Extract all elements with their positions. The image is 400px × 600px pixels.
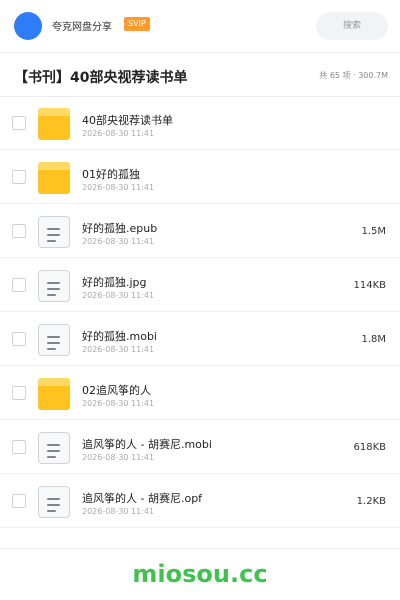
list-item[interactable]: 追风筝的人 - 胡赛尼.opf 2026-08-30 11:41 1.2KB bbox=[0, 474, 400, 528]
owner-name: 夸克网盘分享 bbox=[52, 22, 112, 33]
search-button[interactable]: 搜索 bbox=[316, 12, 388, 40]
document-icon bbox=[38, 486, 70, 518]
folder-icon bbox=[38, 162, 70, 194]
icon-line bbox=[47, 342, 60, 344]
file-size: 1.5M bbox=[361, 226, 386, 237]
file-date: 2026-08-30 11:41 bbox=[82, 291, 155, 300]
page-title: 【书刊】40部央视荐读书单 bbox=[14, 70, 188, 86]
select-checkbox[interactable] bbox=[12, 116, 26, 130]
file-date: 2026-08-30 11:41 bbox=[82, 345, 155, 354]
top-bar: 夸克网盘分享 SVIP 搜索 bbox=[0, 0, 400, 53]
share-header: 【书刊】40部央视荐读书单 共 65 项 · 300.7M bbox=[0, 52, 400, 97]
document-icon bbox=[38, 216, 70, 248]
file-date: 2026-08-30 11:41 bbox=[82, 237, 155, 246]
select-checkbox[interactable] bbox=[12, 224, 26, 238]
select-checkbox[interactable] bbox=[12, 332, 26, 346]
document-icon bbox=[38, 270, 70, 302]
file-date: 2026-08-30 11:41 bbox=[82, 507, 155, 516]
file-date: 2026-08-30 11:41 bbox=[82, 129, 155, 138]
file-size: 618KB bbox=[353, 442, 386, 453]
icon-line bbox=[47, 504, 60, 506]
svip-badge: SVIP bbox=[124, 17, 150, 31]
file-list: 40部央视荐读书单 2026-08-30 11:41 01好的孤独 2026-08-3… bbox=[0, 96, 400, 528]
file-date: 2026-08-30 11:41 bbox=[82, 453, 155, 462]
file-name: 02追风筝的人 bbox=[82, 384, 151, 397]
list-item[interactable]: 40部央视荐读书单 2026-08-30 11:41 bbox=[0, 96, 400, 150]
file-name: 40部央视荐读书单 bbox=[82, 114, 173, 127]
icon-line bbox=[47, 336, 60, 338]
select-checkbox[interactable] bbox=[12, 494, 26, 508]
file-name: 好的孤独.jpg bbox=[82, 276, 147, 289]
avatar[interactable] bbox=[14, 12, 42, 40]
file-name: 追风筝的人 - 胡赛尼.mobi bbox=[82, 438, 212, 451]
icon-line bbox=[47, 348, 56, 350]
list-item[interactable]: 追风筝的人 - 胡赛尼.mobi 2026-08-30 11:41 618KB bbox=[0, 420, 400, 474]
icon-line bbox=[47, 240, 56, 242]
file-size: 1.8M bbox=[361, 334, 386, 345]
share-stats: 共 65 项 · 300.7M bbox=[319, 71, 388, 80]
list-item[interactable]: 02追风筝的人 2026-08-30 11:41 bbox=[0, 366, 400, 420]
list-item[interactable]: 好的孤独.jpg 2026-08-30 11:41 114KB bbox=[0, 258, 400, 312]
select-checkbox[interactable] bbox=[12, 278, 26, 292]
document-icon bbox=[38, 324, 70, 356]
select-checkbox[interactable] bbox=[12, 386, 26, 400]
select-checkbox[interactable] bbox=[12, 440, 26, 454]
folder-icon bbox=[38, 378, 70, 410]
folder-icon bbox=[38, 108, 70, 140]
list-item[interactable]: 好的孤独.mobi 2026-08-30 11:41 1.8M bbox=[0, 312, 400, 366]
file-name: 01好的孤独 bbox=[82, 168, 140, 181]
icon-line bbox=[47, 498, 60, 500]
icon-line bbox=[47, 228, 60, 230]
icon-line bbox=[47, 288, 60, 290]
icon-line bbox=[47, 510, 56, 512]
file-date: 2026-08-30 11:41 bbox=[82, 399, 155, 408]
icon-line bbox=[47, 456, 56, 458]
file-name: 追风筝的人 - 胡赛尼.opf bbox=[82, 492, 203, 505]
file-date: 2026-08-30 11:41 bbox=[82, 183, 155, 192]
icon-line bbox=[47, 450, 60, 452]
file-size: 1.2KB bbox=[356, 496, 386, 507]
icon-line bbox=[47, 444, 60, 446]
divider bbox=[0, 548, 400, 549]
document-icon bbox=[38, 432, 70, 464]
list-item[interactable]: 好的孤独.epub 2026-08-30 11:41 1.5M bbox=[0, 204, 400, 258]
select-checkbox[interactable] bbox=[12, 170, 26, 184]
watermark-text: miosou.cc bbox=[132, 560, 268, 588]
file-name: 好的孤独.mobi bbox=[82, 330, 157, 343]
list-item[interactable]: 01好的孤独 2026-08-30 11:41 bbox=[0, 150, 400, 204]
file-name: 好的孤独.epub bbox=[82, 222, 158, 235]
icon-line bbox=[47, 282, 60, 284]
file-size: 114KB bbox=[353, 280, 386, 291]
icon-line bbox=[47, 234, 60, 236]
icon-line bbox=[47, 294, 56, 296]
